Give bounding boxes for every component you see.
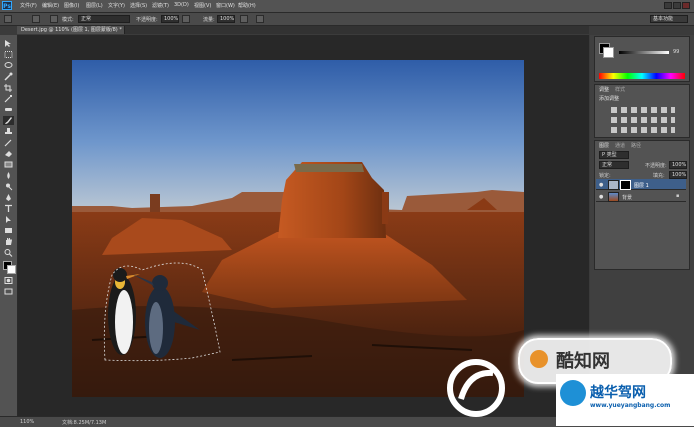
background-color-swatch[interactable] [7, 265, 16, 274]
watermark-url: www.yueyangbang.com [590, 402, 671, 409]
watermark-brand-2: 越华驾网 [590, 385, 646, 401]
maximize-button[interactable] [673, 2, 681, 9]
color-panel: 99 [594, 36, 690, 82]
adjustment-icons-grid[interactable] [611, 105, 675, 133]
move-tool-icon[interactable] [3, 39, 14, 48]
pen-tool-icon[interactable] [3, 193, 14, 202]
quick-mask-icon[interactable] [3, 276, 14, 285]
menu-help[interactable]: 帮助(H) [238, 2, 256, 9]
desert-photo [72, 60, 524, 397]
zoom-level[interactable]: 110% [20, 419, 34, 425]
blend-mode-select[interactable]: 正常 [599, 161, 629, 169]
eyedropper-tool-icon[interactable] [3, 94, 14, 103]
adjustments-title: 添加调整 [599, 96, 620, 102]
menu-edit[interactable]: 编辑(E) [42, 2, 59, 9]
mode-label: 模式: [62, 17, 74, 23]
photoshop-logo: Ps [2, 1, 12, 10]
menu-view[interactable]: 视图(V) [194, 2, 211, 9]
color-slider[interactable] [619, 51, 669, 54]
opacity-label: 不透明度: [136, 17, 158, 23]
yuehua-logo-icon [560, 380, 586, 406]
hand-tool-icon[interactable] [3, 237, 14, 246]
eye-icon[interactable]: ● [599, 182, 603, 188]
layer-thumbnail [608, 180, 619, 190]
lock-label: 锁定: [599, 173, 611, 179]
pressure-size-icon[interactable] [256, 15, 264, 23]
watermark-swirl-logo [447, 357, 505, 419]
layers-opacity-label: 不透明度: [645, 163, 667, 169]
menu-type[interactable]: 文字(Y) [108, 2, 125, 9]
document-info: 文档:8.25M/7.13M [62, 420, 107, 426]
tab-paths[interactable]: 路径 [631, 142, 641, 149]
close-button[interactable] [682, 2, 690, 9]
document-canvas[interactable] [72, 60, 524, 397]
opacity-input[interactable]: 100% [161, 15, 179, 23]
brush-size-icon[interactable] [32, 15, 40, 23]
color-background[interactable] [603, 47, 614, 58]
layer-row-2[interactable]: ● 背景 ▪ [596, 191, 686, 202]
mode-select[interactable]: 正常 [78, 15, 130, 23]
zoom-tool-icon[interactable] [3, 248, 14, 257]
layer-row-1[interactable]: ● 图层 1 [596, 179, 686, 190]
blur-tool-icon[interactable] [3, 171, 14, 180]
fill-label: 填充: [653, 173, 665, 179]
layer-mask-thumbnail[interactable] [620, 180, 631, 190]
minimize-button[interactable] [664, 2, 672, 9]
tab-adjustments[interactable]: 调整 [599, 86, 609, 93]
menu-file[interactable]: 文件(F) [20, 2, 37, 9]
marquee-tool-icon[interactable] [3, 50, 14, 59]
crop-tool-icon[interactable] [3, 83, 14, 92]
adjustments-panel: 调整 样式 添加调整 [594, 84, 690, 138]
watermark-yuehua: 越华驾网 www.yueyangbang.com [556, 374, 694, 426]
shape-tool-icon[interactable] [3, 226, 14, 235]
type-tool-icon[interactable] [3, 204, 14, 213]
path-selection-tool-icon[interactable] [3, 215, 14, 224]
document-tab[interactable]: Desert.jpg @ 110% (图层 1, 图层蒙版/8) * [17, 26, 125, 34]
color-value: 99 [673, 49, 680, 55]
tool-preset-icon[interactable] [4, 15, 12, 23]
menu-window[interactable]: 窗口(W) [216, 2, 235, 9]
healing-brush-tool-icon[interactable] [3, 105, 14, 114]
history-brush-tool-icon[interactable] [3, 138, 14, 147]
screen-mode-icon[interactable] [3, 287, 14, 296]
layer-name: 背景 [622, 195, 633, 201]
menu-filter[interactable]: 滤镜(T) [152, 2, 169, 9]
color-spectrum[interactable] [599, 73, 685, 79]
eye-icon[interactable]: ● [599, 194, 603, 200]
fill-input[interactable]: 100% [669, 171, 687, 179]
tab-channels[interactable]: 通道 [615, 142, 625, 149]
tab-styles[interactable]: 样式 [615, 86, 625, 93]
layers-panel: 图层 通道 路径 P 类型 正常 不透明度: 100% 锁定: 填充: 100% [594, 140, 690, 270]
workspace-select[interactable]: 基本功能 [650, 15, 688, 23]
menu-layer[interactable]: 图层(L) [86, 2, 103, 9]
layer-thumbnail [608, 192, 619, 202]
eraser-tool-icon[interactable] [3, 149, 14, 158]
options-bar: 模式: 正常 不透明度: 100% 流量: 100% 基本功能 [0, 13, 694, 26]
menu-3d[interactable]: 3D(D) [174, 2, 189, 8]
tools-panel [0, 35, 18, 416]
brush-tool-icon[interactable] [3, 116, 14, 125]
layers-opacity-input[interactable]: 100% [669, 161, 687, 169]
clone-stamp-tool-icon[interactable] [3, 127, 14, 136]
lock-icon: ▪ [676, 193, 680, 199]
airbrush-icon[interactable] [240, 15, 248, 23]
flow-label: 流量: [203, 17, 215, 23]
brush-panel-icon[interactable] [50, 15, 58, 23]
lasso-tool-icon[interactable] [3, 61, 14, 70]
menu-bar: Ps 文件(F) 编辑(E) 图像(I) 图层(L) 文字(Y) 选择(S) 滤… [0, 0, 694, 13]
menu-select[interactable]: 选择(S) [130, 2, 147, 9]
watermark-brand-1: 酷知网 [556, 351, 610, 372]
layer-name: 图层 1 [634, 183, 649, 189]
layer-kind-filter[interactable]: P 类型 [599, 151, 629, 159]
dodge-tool-icon[interactable] [3, 182, 14, 191]
kuzhi-logo-icon [530, 350, 548, 368]
pressure-opacity-icon[interactable] [182, 15, 190, 23]
quick-select-tool-icon[interactable] [3, 72, 14, 81]
gradient-tool-icon[interactable] [3, 160, 14, 169]
tab-layers[interactable]: 图层 [599, 142, 609, 149]
menu-image[interactable]: 图像(I) [64, 2, 79, 9]
flow-input[interactable]: 100% [217, 15, 235, 23]
